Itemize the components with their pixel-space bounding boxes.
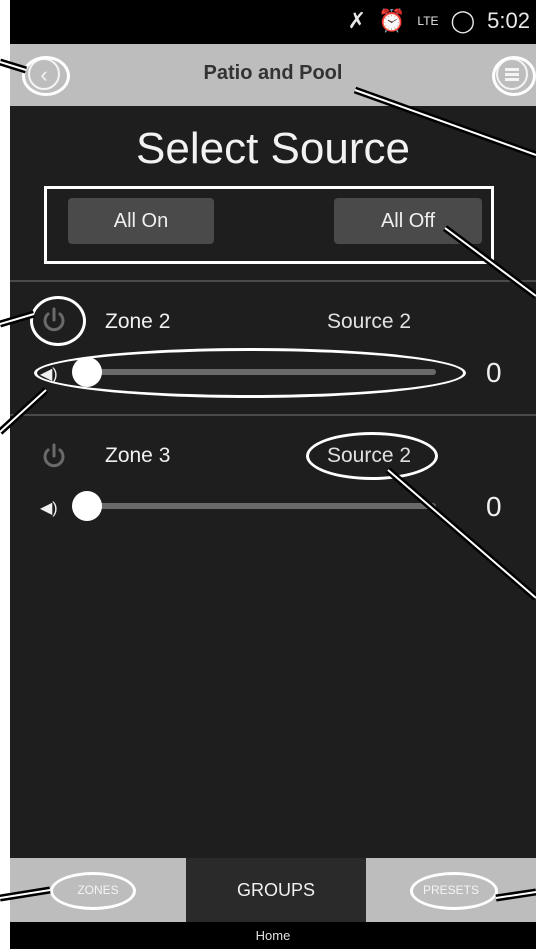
annotation-power (30, 296, 86, 346)
status-icons: ✗ ⏰ LTE ◯ 5:02 (348, 8, 530, 34)
phone-screen: ✗ ⏰ LTE ◯ 5:02 ‹ Patio and Pool Select S… (10, 0, 536, 949)
home-bar[interactable]: Home (10, 922, 536, 949)
zone-2-source[interactable]: Source 2 (327, 310, 411, 334)
zone-3-volume-value: 0 (486, 491, 502, 522)
mute-icon: ✗ (347, 8, 367, 33)
alarm-icon: ⏰ (378, 8, 406, 33)
zone-3-volume-slider[interactable] (74, 503, 436, 509)
annotation-slider (34, 348, 466, 398)
annotation-source (306, 432, 438, 480)
zone-2-volume-value: 0 (486, 357, 502, 388)
zone-2-name: Zone 2 (105, 310, 171, 333)
lte-signal-icon: LTE (417, 14, 439, 28)
zone-3-power-icon[interactable] (40, 442, 68, 470)
page-title: Patio and Pool (203, 62, 343, 84)
divider (10, 280, 536, 282)
status-time: 5:02 (487, 8, 530, 33)
zone-3-name: Zone 3 (105, 444, 171, 467)
zone-3-volume-thumb[interactable] (72, 491, 102, 521)
divider (10, 414, 536, 416)
zone-3-volume-icon: ◀) (40, 500, 58, 517)
tab-groups[interactable]: GROUPS (186, 858, 366, 922)
annotation-menu (492, 56, 536, 96)
battery-icon: ◯ (450, 8, 476, 33)
select-source-heading: Select Source (136, 124, 410, 173)
title-bar: ‹ Patio and Pool (10, 44, 536, 106)
annotation-back (22, 56, 70, 96)
status-bar: ✗ ⏰ LTE ◯ 5:02 (10, 0, 536, 44)
annotation-presets (410, 872, 498, 910)
annotation-zones (50, 872, 136, 910)
annotation-all-buttons (44, 186, 494, 264)
